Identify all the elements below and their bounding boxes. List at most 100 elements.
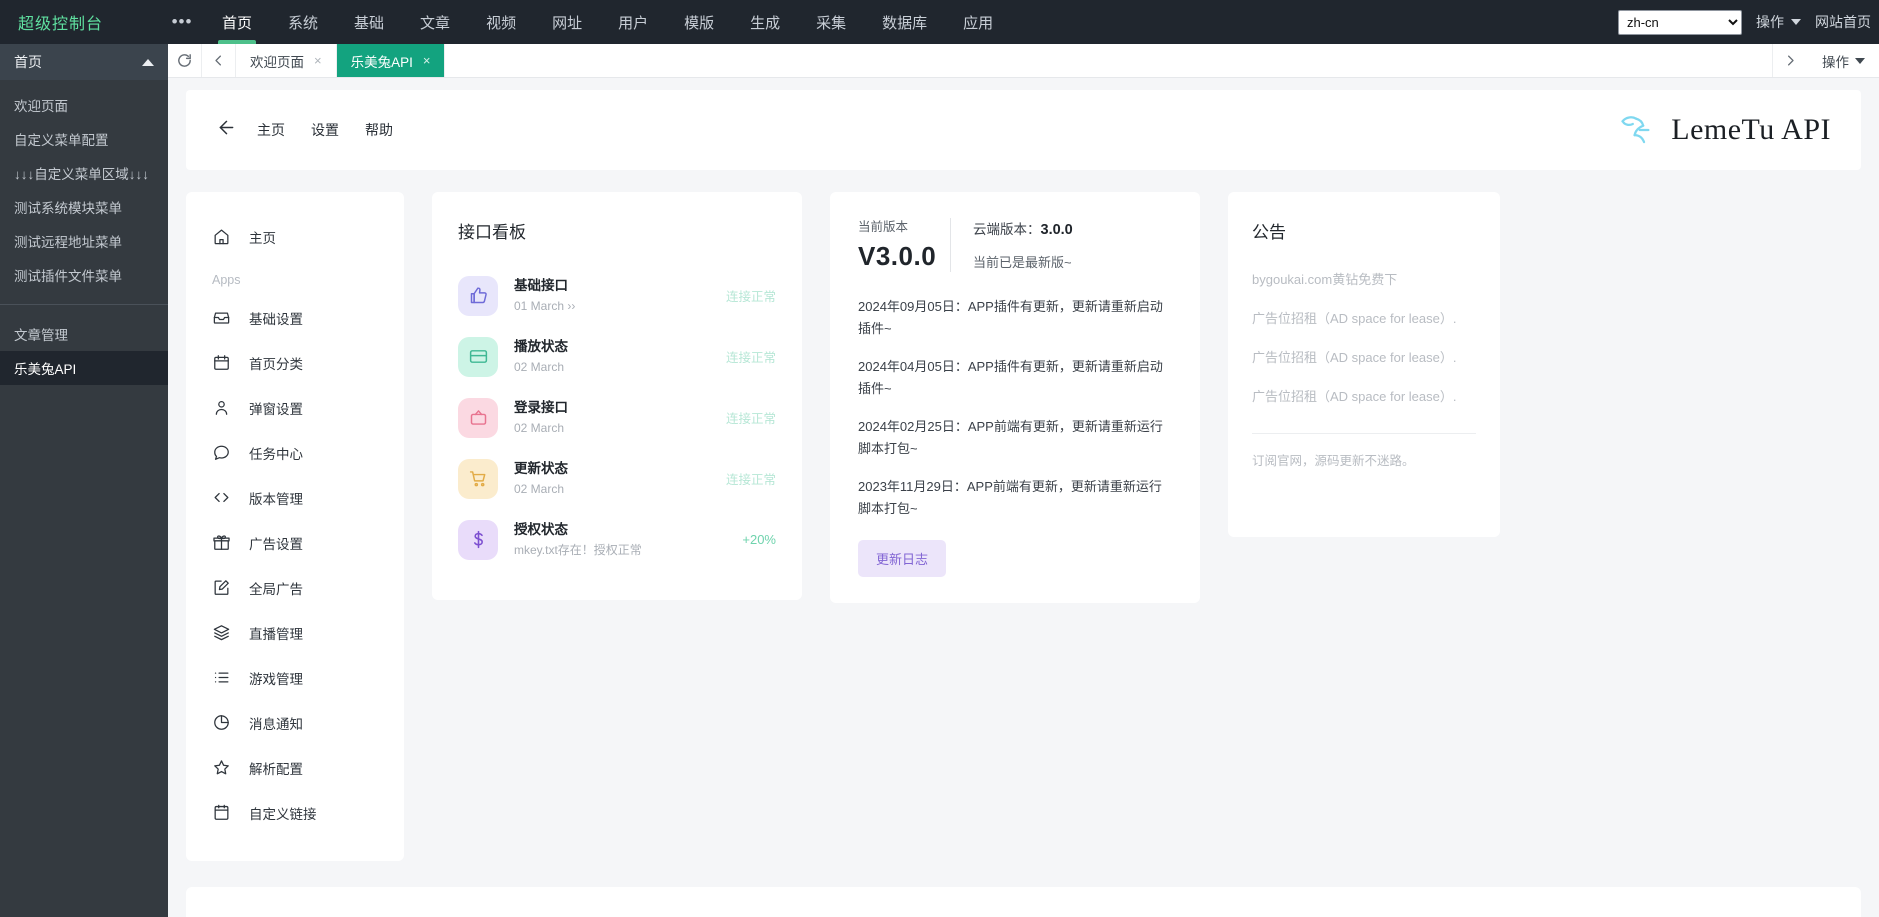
app-nav-item[interactable]: 首页分类	[186, 340, 404, 385]
sidebar-item[interactable]: 文章管理	[0, 317, 168, 351]
close-icon[interactable]: ×	[314, 53, 322, 68]
update-log-button[interactable]: 更新日志	[858, 540, 946, 577]
arrow-left-icon[interactable]	[216, 117, 237, 144]
sidebar-item[interactable]: 欢迎页面	[0, 88, 168, 122]
sidebar-header[interactable]: 首页	[0, 44, 168, 80]
sidebar-item[interactable]: 测试插件文件菜单	[0, 258, 168, 292]
calendar-icon	[212, 353, 231, 372]
top-nav-item-1[interactable]: 系统	[270, 0, 336, 44]
top-nav-item-7[interactable]: 模版	[666, 0, 732, 44]
notice-divider	[1252, 433, 1476, 434]
top-nav-item-2[interactable]: 基础	[336, 0, 402, 44]
close-icon[interactable]: ×	[423, 53, 431, 68]
version-latest-text: 当前已是最新版~	[973, 252, 1073, 271]
top-nav-item-3[interactable]: 文章	[402, 0, 468, 44]
sidebar-item[interactable]: 自定义菜单配置	[0, 122, 168, 156]
cloud-version-label: 云端版本：	[973, 222, 1041, 237]
app-nav-item[interactable]: 游戏管理	[186, 655, 404, 700]
app-nav-item[interactable]: 直播管理	[186, 610, 404, 655]
sidebar-item-label: 欢迎页面	[14, 95, 68, 115]
interface-board-item[interactable]: 基础接口01 March ››连接正常	[458, 265, 776, 326]
interface-board-item-text: 基础接口01 March ››	[514, 277, 575, 315]
current-version-value: V3.0.0	[858, 241, 950, 272]
user-agreement-card: 用户协议 本APP&插件脚本仅供学习使用，不附带任何数据！请在当地法律允许的情况…	[186, 887, 1861, 917]
app-nav-items: 基础设置首页分类弹窗设置任务中心版本管理广告设置全局广告直播管理游戏管理消息通知…	[186, 295, 404, 835]
interface-board-item-name: 基础接口	[514, 277, 575, 295]
version-log-line: 2024年04月05日：APP插件有更新，更新请重新启动插件~	[858, 356, 1172, 400]
top-nav-item-label: 用户	[618, 12, 648, 33]
interface-board-item[interactable]: 播放状态02 March连接正常	[458, 326, 776, 387]
actions-menu[interactable]: 操作	[1756, 12, 1801, 32]
app-nav-item[interactable]: 自定义链接	[186, 790, 404, 835]
tab[interactable]: 欢迎页面×	[236, 44, 337, 77]
app-nav-item[interactable]: 任务中心	[186, 430, 404, 475]
app-nav-item[interactable]: 消息通知	[186, 700, 404, 745]
top-bar: 超级控制台 ••• 首页系统基础文章视频网址用户模版生成采集数据库应用 zh-c…	[0, 0, 1879, 44]
notice-footer: 订阅官网，源码更新不迷路。	[1252, 450, 1476, 469]
app-nav-item-label: 基础设置	[249, 308, 303, 328]
thumbs-up-icon	[458, 276, 498, 316]
sidebar-group-primary: 欢迎页面自定义菜单配置↓↓↓自定义菜单区域↓↓↓ 测试系统模块菜单测试远程地址菜单…	[0, 80, 168, 300]
top-nav-item-6[interactable]: 用户	[600, 0, 666, 44]
app-nav-item-label: 游戏管理	[249, 668, 303, 688]
chevron-left-icon[interactable]	[202, 44, 236, 77]
page-header-link[interactable]: 主页	[257, 120, 285, 140]
chevron-right-icon[interactable]	[1772, 44, 1808, 77]
chevron-down-icon	[1791, 19, 1801, 25]
sidebar-item[interactable]: ↓↓↓自定义菜单区域↓↓↓	[0, 156, 168, 190]
top-nav-item-label: 模版	[684, 12, 714, 33]
app-nav-item[interactable]: 基础设置	[186, 295, 404, 340]
sidebar-item[interactable]: 测试远程地址菜单	[0, 224, 168, 258]
sidebar-item[interactable]: 测试系统模块菜单	[0, 190, 168, 224]
version-card: 当前版本 V3.0.0 云端版本：3.0.0 当前已是最新版~ 2024年09月…	[830, 192, 1200, 603]
interface-board-item[interactable]: 更新状态02 March连接正常	[458, 448, 776, 509]
tv-icon	[458, 398, 498, 438]
sidebar-item-label: 测试系统模块菜单	[14, 197, 122, 217]
interface-board-item[interactable]: 登录接口02 March连接正常	[458, 387, 776, 448]
sidebar-divider	[0, 304, 168, 305]
app-nav-item-label: 自定义链接	[249, 803, 317, 823]
refresh-icon[interactable]	[168, 44, 202, 77]
content-area: 主页设置帮助 LemeTu API 主页 Apps 基础设置首页分类弹窗设置任务…	[168, 78, 1879, 917]
top-nav-item-label: 应用	[963, 12, 993, 33]
sidebar-item-label: 文章管理	[14, 324, 68, 344]
tab-list: 欢迎页面×乐美兔API×	[236, 44, 445, 77]
top-nav-item-0[interactable]: 首页	[204, 0, 270, 44]
page-header-link[interactable]: 帮助	[365, 120, 393, 140]
top-nav-item-8[interactable]: 生成	[732, 0, 798, 44]
pie-chart-icon	[212, 713, 231, 732]
more-menu-icon[interactable]: •••	[160, 0, 204, 44]
app-nav-item-label: 消息通知	[249, 713, 303, 733]
top-nav-item-label: 文章	[420, 12, 450, 33]
app-nav-item[interactable]: 全局广告	[186, 565, 404, 610]
app-nav-item-label: 弹窗设置	[249, 398, 303, 418]
app-nav-item-label: 解析配置	[249, 758, 303, 778]
app-nav-item[interactable]: 弹窗设置	[186, 385, 404, 430]
app-nav-item[interactable]: 主页	[186, 214, 404, 259]
top-nav-item-label: 基础	[354, 12, 384, 33]
app-nav-item[interactable]: 版本管理	[186, 475, 404, 520]
app-nav-item[interactable]: 解析配置	[186, 745, 404, 790]
interface-board-item[interactable]: 授权状态mkey.txt存在！授权正常+20%	[458, 509, 776, 570]
page-header-link[interactable]: 设置	[311, 120, 339, 140]
top-nav-item-label: 视频	[486, 12, 516, 33]
top-nav-item-10[interactable]: 数据库	[864, 0, 945, 44]
sidebar-item[interactable]: 乐美兔API	[0, 351, 168, 385]
top-nav-item-5[interactable]: 网址	[534, 0, 600, 44]
cart-icon	[458, 459, 498, 499]
app-nav-item[interactable]: 广告设置	[186, 520, 404, 565]
top-nav-item-9[interactable]: 采集	[798, 0, 864, 44]
site-home-link[interactable]: 网站首页	[1815, 12, 1871, 32]
product-logo-text: LemeTu API	[1671, 113, 1831, 147]
tab-action-menu[interactable]: 操作	[1808, 44, 1879, 77]
inbox-icon	[212, 308, 231, 327]
tab[interactable]: 乐美兔API×	[337, 44, 446, 77]
top-nav-item-11[interactable]: 应用	[945, 0, 1011, 44]
top-nav-item-4[interactable]: 视频	[468, 0, 534, 44]
tab-strip-right: 操作	[1772, 44, 1879, 77]
notice-card: 公告 bygoukai.com黄钻免费下广告位招租（AD space for l…	[1228, 192, 1500, 537]
version-log-line: 2023年11月29日：APP前端有更新，更新请重新运行脚本打包~	[858, 476, 1172, 520]
sidebar-group-secondary: 文章管理乐美兔API	[0, 309, 168, 393]
app-nav-item-label: 版本管理	[249, 488, 303, 508]
language-select[interactable]: zh-cn	[1618, 10, 1742, 35]
